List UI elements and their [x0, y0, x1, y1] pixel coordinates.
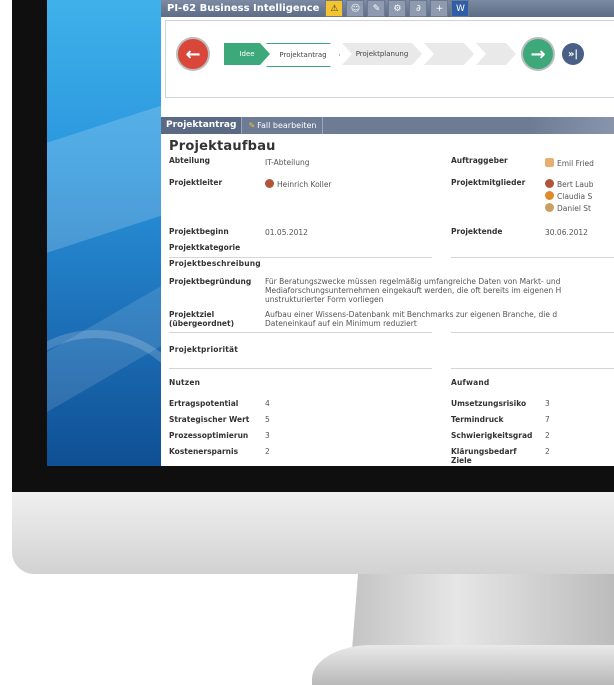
aufwand-label-4: Klärungsbedarf: [451, 447, 517, 456]
pencil-icon: ✎: [248, 121, 256, 130]
heading-nutzen: Nutzen: [169, 378, 201, 387]
window-title: PI-62 Business Intelligence: [167, 3, 320, 14]
app-window: PI-62 Business Intelligence ⚠ ☺ ✎ ⚙ ∂ + …: [161, 0, 614, 466]
member-1: Bert Laub: [545, 179, 593, 189]
main-content: Projektaufbau Abteilung IT-Abteilung Auf…: [161, 134, 614, 466]
begruendung-line-3: unstrukturierter Form vorliegen: [265, 295, 384, 304]
step-idee[interactable]: Idee: [224, 43, 270, 65]
monitor-chin: [12, 492, 614, 574]
desktop-wallpaper: [47, 0, 161, 466]
projektziel-sublabel: (übergeordnet): [169, 319, 235, 328]
aufwand-value-1: 3: [545, 399, 550, 408]
back-arrow-icon[interactable]: ←: [176, 37, 210, 71]
begruendung-line-2: Mediaforschungsunternehmen eingekauft we…: [265, 286, 562, 295]
divider: [169, 257, 432, 258]
heading-projektprioritaet: Projektpriorität: [169, 345, 239, 354]
settings-icon[interactable]: ⚙: [388, 0, 407, 17]
nutzen-value-2: 5: [265, 415, 270, 424]
monitor-stand-base: [312, 645, 614, 685]
abteilung-label: Abteilung: [169, 156, 211, 165]
divider: [451, 332, 614, 333]
add-document-icon[interactable]: +: [430, 0, 449, 17]
member-2: Claudia S: [545, 191, 592, 201]
skip-to-end-icon[interactable]: »|: [562, 43, 584, 65]
divider: [169, 332, 432, 333]
divider: [169, 368, 432, 369]
projektende-label: Projektende: [451, 227, 503, 236]
member-3: Daniel St: [545, 203, 591, 213]
projektziel-label: Projektziel: [169, 310, 215, 319]
person-icon: [545, 203, 554, 212]
person-icon: [265, 179, 274, 188]
aufwand-extra-label: Ziele: [451, 456, 472, 465]
aufwand-label-2: Termindruck: [451, 415, 504, 424]
nutzen-value-3: 3: [265, 431, 270, 440]
title-bar: PI-62 Business Intelligence ⚠ ☺ ✎ ⚙ ∂ + …: [161, 0, 614, 17]
nutzen-value-4: 2: [265, 447, 270, 456]
users-icon[interactable]: ☺: [346, 0, 365, 17]
nutzen-value-1: 4: [265, 399, 270, 408]
step-next-1[interactable]: [424, 43, 474, 65]
nutzen-label-4: Kostenersparnis: [169, 447, 239, 456]
tab-projektantrag[interactable]: Projektantrag: [161, 117, 243, 134]
edit-icon[interactable]: ✎: [367, 0, 386, 17]
projektbeginn-label: Projektbeginn: [169, 227, 229, 236]
divider: [451, 257, 614, 258]
monitor-stand-neck: [352, 574, 614, 650]
divider: [451, 368, 614, 369]
projektmitglieder-label: Projektmitglieder: [451, 178, 526, 187]
aufwand-value-3: 2: [545, 431, 550, 440]
aufwand-value-4: 2: [545, 447, 550, 456]
link-icon[interactable]: ∂: [409, 0, 428, 17]
aufwand-label-1: Umsetzungsrisiko: [451, 399, 527, 408]
auftraggeber-value: Emil Fried: [545, 158, 594, 168]
section-bar: Projektantrag ✎ Fall bearbeiten: [161, 117, 614, 134]
projektbeginn-value: 01.05.2012: [265, 228, 308, 237]
warning-icon[interactable]: ⚠: [325, 0, 344, 17]
projektende-value: 30.06.2012: [545, 228, 588, 237]
projektziel-line-2: Dateneinkauf auf ein Minimum reduziert: [265, 319, 417, 328]
step-projektantrag[interactable]: Projektantrag: [266, 43, 340, 67]
heading-projektbeschreibung: Projektbeschreibung: [169, 259, 261, 268]
auftraggeber-label: Auftraggeber: [451, 156, 508, 165]
step-projektplanung[interactable]: Projektplanung: [342, 43, 422, 65]
aufwand-label-3: Schwierigkeitsgrad: [451, 431, 533, 440]
aufwand-value-2: 7: [545, 415, 550, 424]
projektziel-line-1: Aufbau einer Wissens-Datenbank mit Bench…: [265, 310, 558, 319]
step-next-2[interactable]: [476, 43, 516, 65]
projektleiter-value: Heinrich Koller: [265, 179, 332, 189]
begruendung-label: Projektbegründung: [169, 277, 252, 286]
edit-case-button[interactable]: ✎ Fall bearbeiten: [242, 117, 324, 134]
heading-projektaufbau: Projektaufbau: [169, 139, 276, 154]
nutzen-label-2: Strategischer Wert: [169, 415, 250, 424]
word-icon[interactable]: W: [451, 0, 470, 17]
heading-aufwand: Aufwand: [451, 378, 490, 387]
process-bar: ← Idee Projektantrag Projektplanung → »|: [165, 20, 614, 98]
projektleiter-label: Projektleiter: [169, 178, 223, 187]
begruendung-line-1: Für Beratungszwecke müssen regelmäßig um…: [265, 277, 561, 286]
nutzen-label-1: Ertragspotential: [169, 399, 239, 408]
person-icon: [545, 179, 554, 188]
person-icon: [545, 191, 554, 200]
monitor-screen: PI-62 Business Intelligence ⚠ ☺ ✎ ⚙ ∂ + …: [47, 0, 614, 466]
nutzen-label-3: Prozessoptimierun: [169, 431, 249, 440]
abteilung-value: IT-Abteilung: [265, 158, 310, 167]
projektkategorie-label: Projektkategorie: [169, 243, 241, 252]
person-icon: [545, 158, 554, 167]
edit-case-label: Fall bearbeiten: [257, 121, 317, 130]
forward-arrow-icon[interactable]: →: [521, 37, 555, 71]
